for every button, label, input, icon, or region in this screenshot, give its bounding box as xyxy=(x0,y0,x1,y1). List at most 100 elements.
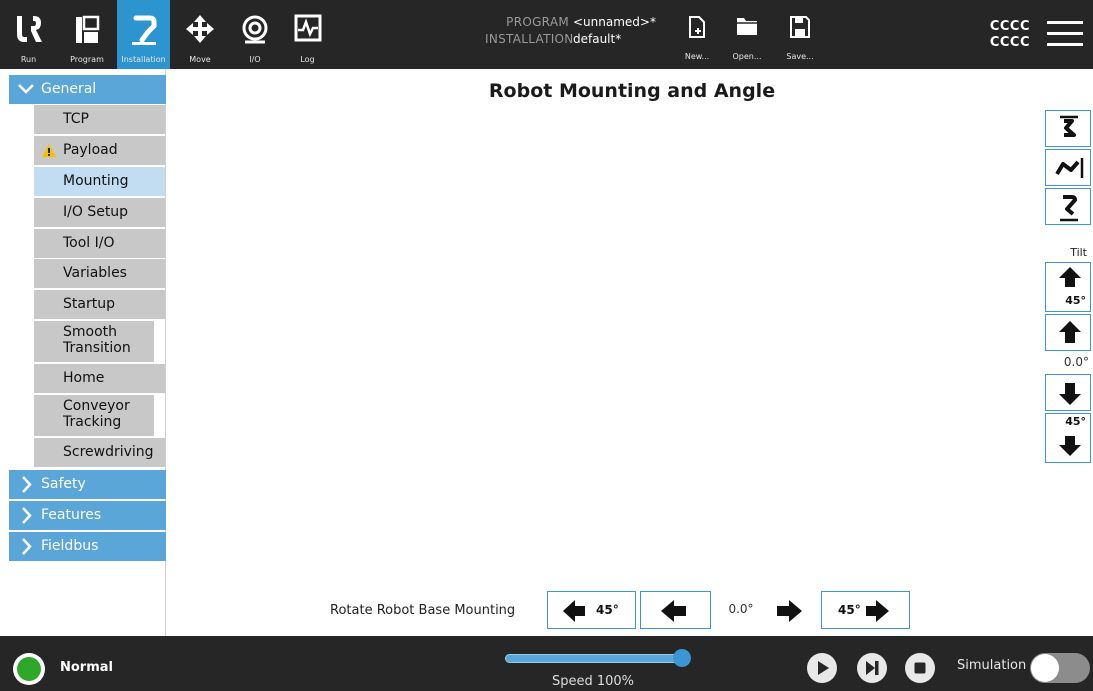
tilt-down-45-button[interactable]: 45° xyxy=(1045,413,1091,463)
robot-front-view-icon xyxy=(1060,195,1078,222)
speed-label: Speed 100% xyxy=(551,674,635,689)
nav-log-button[interactable]: Log xyxy=(280,0,335,69)
installation-name: default* xyxy=(573,32,622,46)
arrow-down-icon xyxy=(1059,383,1081,405)
rotate-label: Rotate Robot Base Mounting xyxy=(330,603,516,618)
page-title: Robot Mounting and Angle xyxy=(488,80,776,102)
sidebar-item-payload[interactable]: Payload xyxy=(34,136,165,165)
play-icon xyxy=(818,661,829,675)
tilt-up-45-text: 45° xyxy=(1065,294,1086,307)
open-button[interactable]: Open... xyxy=(727,0,767,69)
rotate-left-45-button[interactable]: 45° xyxy=(547,591,636,629)
save-button[interactable]: Save... xyxy=(780,0,820,69)
arrow-left-icon xyxy=(563,600,585,622)
installation-icon xyxy=(131,15,156,45)
top-bar: Run Program Installation Move I/O Log PR… xyxy=(0,0,1093,69)
installation-key: INSTALLATION xyxy=(485,32,574,46)
tilt-value: 0.0° xyxy=(1063,355,1089,369)
view-side-button[interactable] xyxy=(1045,149,1091,186)
sidebar-item-label: Smooth Transition xyxy=(63,324,131,356)
nav-installation-button[interactable]: Installation xyxy=(117,0,170,69)
sidebar-item-tcp[interactable]: TCP xyxy=(34,105,165,134)
nav-io-button[interactable]: I/O xyxy=(230,0,280,69)
save-disk-icon xyxy=(790,16,810,38)
nav-move-button[interactable]: Move xyxy=(170,0,230,69)
tilt-up-45-button[interactable]: 45° xyxy=(1045,262,1091,312)
arrow-right-icon xyxy=(777,600,802,622)
folder-icon xyxy=(737,18,757,35)
sidebar-section-general[interactable]: General xyxy=(9,75,166,104)
tilt-up-button[interactable] xyxy=(1045,314,1091,351)
open-label: Open... xyxy=(732,52,762,61)
arrow-up-icon xyxy=(1059,267,1081,287)
nav-installation-label: Installation xyxy=(121,55,166,64)
status-indicator-icon[interactable] xyxy=(13,653,45,685)
sidebar-section-safety-label: Safety xyxy=(41,476,86,492)
tilt-down-button[interactable] xyxy=(1045,374,1091,411)
chevron-right-icon xyxy=(22,538,32,555)
arrow-left-icon xyxy=(661,600,686,622)
sidebar-item-label: I/O Setup xyxy=(63,204,129,220)
nav-program-button[interactable]: Program xyxy=(57,0,117,69)
sidebar-section-general-label: General xyxy=(41,81,97,97)
nav-log-label: Log xyxy=(300,55,315,64)
io-icon xyxy=(242,15,268,44)
nav-io-label: I/O xyxy=(249,55,261,64)
sidebar-section-fieldbus[interactable]: Fieldbus xyxy=(9,532,166,561)
rotate-right-45-button[interactable]: 45° xyxy=(821,591,910,629)
arrow-down-icon xyxy=(1059,436,1081,456)
user-line-1: CCCC xyxy=(989,19,1030,34)
simulation-toggle[interactable] xyxy=(1030,653,1090,683)
tilt-label: Tilt xyxy=(1070,246,1087,259)
robot-top-view-icon xyxy=(1060,115,1078,137)
save-label: Save... xyxy=(786,52,814,61)
sidebar-section-features[interactable]: Features xyxy=(9,501,166,530)
step-icon xyxy=(866,661,879,675)
sidebar-item-label: TCP xyxy=(63,111,89,127)
rotate-right-button[interactable] xyxy=(769,591,819,629)
sidebar-item-variables[interactable]: Variables xyxy=(34,259,165,288)
user-line-2: CCCC xyxy=(989,35,1030,50)
chevron-down-icon xyxy=(18,84,34,94)
robot-status-text: Normal xyxy=(60,660,113,675)
stop-button[interactable] xyxy=(905,653,935,683)
nav-run-button[interactable]: Run xyxy=(0,0,57,69)
speed-slider-track[interactable] xyxy=(505,654,683,663)
program-icon xyxy=(76,15,100,43)
arrow-up-icon xyxy=(1059,321,1081,343)
sidebar-item-screwdriving[interactable]: Screwdriving xyxy=(34,438,165,467)
hamburger-menu-icon[interactable] xyxy=(1047,21,1083,49)
sidebar-section-features-label: Features xyxy=(41,507,102,523)
rotate-left-45-text: 45° xyxy=(596,603,619,617)
program-name: <unnamed>* xyxy=(573,15,656,29)
robot-side-view-icon xyxy=(1055,158,1084,178)
user-indicator: CCCC CCCC xyxy=(990,19,1030,51)
sidebar-item-label: Startup xyxy=(63,296,115,312)
sidebar-item-io-setup[interactable]: I/O Setup xyxy=(34,198,165,227)
sidebar-item-smooth-transition[interactable]: Smooth Transition xyxy=(34,321,154,362)
view-top-button[interactable] xyxy=(1045,110,1091,147)
rotate-left-button[interactable] xyxy=(640,591,711,629)
nav-move-label: Move xyxy=(189,55,211,64)
step-button[interactable] xyxy=(857,653,887,683)
sidebar-item-startup[interactable]: Startup xyxy=(34,290,165,319)
sidebar-item-label: Home xyxy=(63,370,105,386)
chevron-right-icon xyxy=(22,507,32,524)
sidebar-item-home[interactable]: Home xyxy=(34,364,165,393)
log-icon xyxy=(294,14,321,42)
sidebar-item-conveyor-tracking[interactable]: Conveyor Tracking xyxy=(34,395,154,436)
view-front-button[interactable] xyxy=(1045,188,1091,225)
warning-icon xyxy=(42,144,56,157)
sidebar: General TCP Payload Mounting I/O Setup T… xyxy=(0,69,166,636)
nav-program-label: Program xyxy=(70,55,104,64)
new-button[interactable]: New... xyxy=(677,0,717,69)
play-button[interactable] xyxy=(807,653,837,683)
program-info: PROGRAM <unnamed>* INSTALLATIONdefault* xyxy=(485,14,656,48)
sidebar-section-fieldbus-label: Fieldbus xyxy=(41,538,99,554)
speed-slider-handle[interactable] xyxy=(673,649,691,667)
sidebar-section-safety[interactable]: Safety xyxy=(9,470,166,499)
ur-logo-icon xyxy=(16,16,42,42)
program-key: PROGRAM xyxy=(506,15,569,29)
sidebar-item-mounting[interactable]: Mounting xyxy=(34,167,165,196)
sidebar-item-tool-io[interactable]: Tool I/O xyxy=(34,229,165,258)
